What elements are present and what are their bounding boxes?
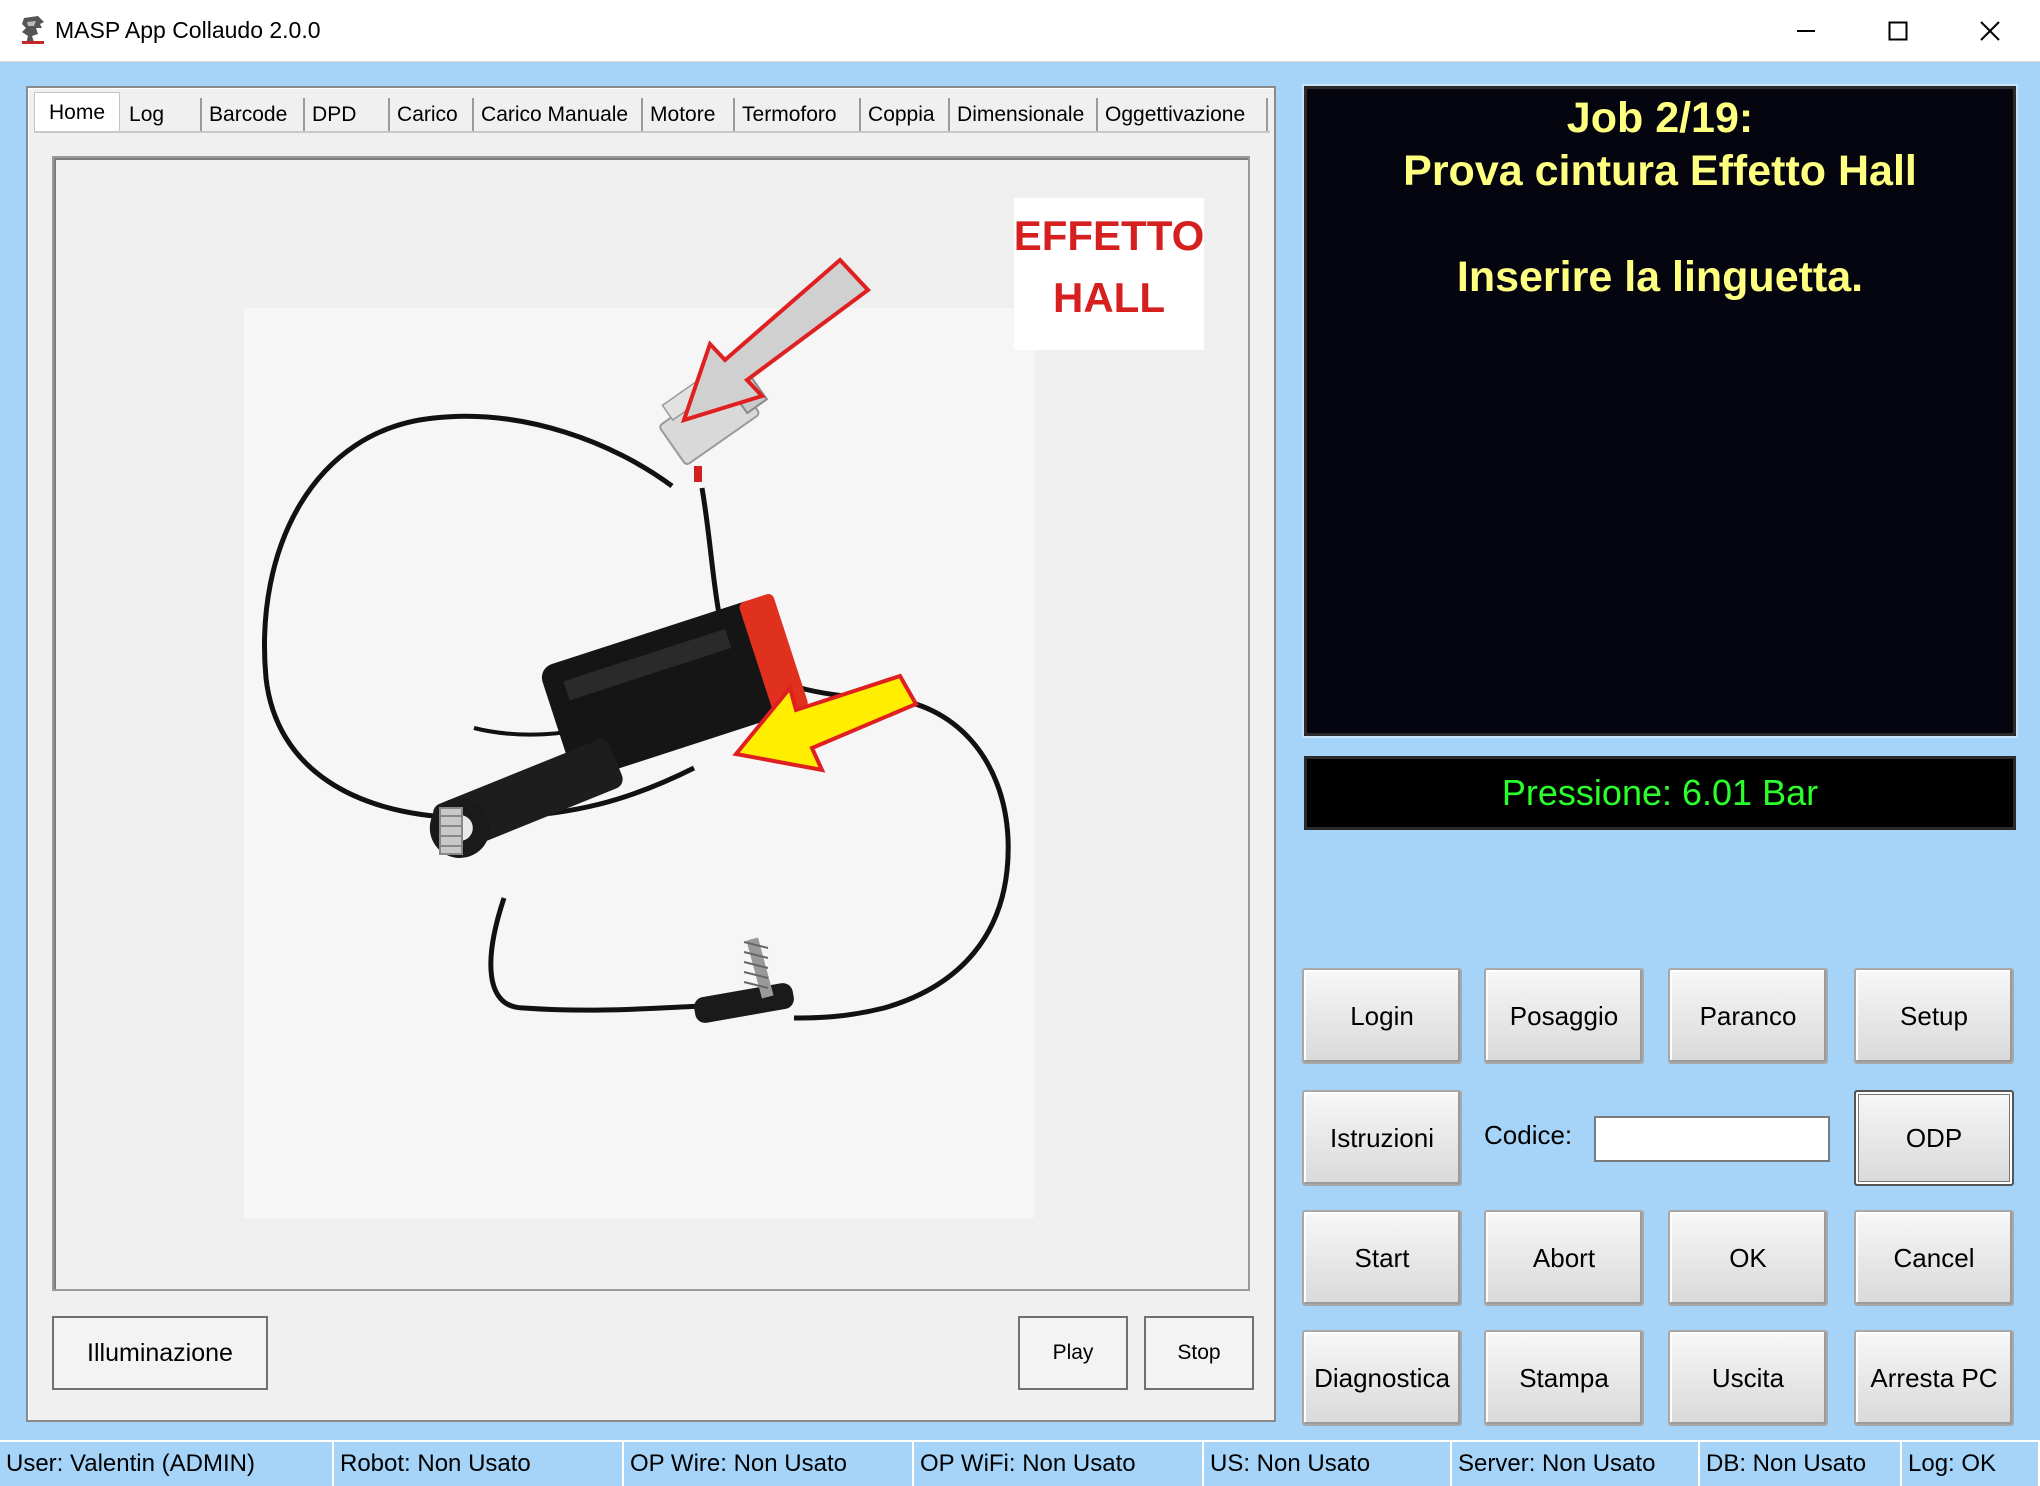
login-button[interactable]: Login [1302,968,1462,1064]
left-panel: Home Log Barcode DPD Carico Carico Manua… [26,86,1276,1422]
status-op-wire: OP Wire: Non Usato [624,1440,914,1486]
diagnostica-button[interactable]: Diagnostica [1302,1330,1462,1426]
tab-motore[interactable]: Motore [643,98,736,132]
minimize-button[interactable] [1760,0,1852,62]
maximize-button[interactable] [1852,0,1944,62]
tab-barcode[interactable]: Barcode [202,98,306,132]
uscita-button[interactable]: Uscita [1668,1330,1828,1426]
close-button[interactable] [1944,0,2036,62]
status-db: DB: Non Usato [1700,1440,1902,1486]
status-robot: Robot: Non Usato [334,1440,624,1486]
tab-coppia[interactable]: Coppia [861,98,951,132]
app-logo-icon [22,16,44,44]
odp-button[interactable]: ODP [1854,1090,2014,1186]
tab-home[interactable]: Home [34,92,121,132]
cancel-button[interactable]: Cancel [1854,1210,2014,1306]
tab-bar: Home Log Barcode DPD Carico Carico Manua… [34,92,1269,132]
pressure-readout: Pressione: 6.01 Bar [1304,756,2016,830]
tab-dpd[interactable]: DPD [305,98,391,132]
maximize-icon [1888,21,1908,41]
window-title: MASP App Collaudo 2.0.0 [55,17,321,43]
caption-hall: HALL [1053,274,1165,321]
codice-label: Codice: [1484,1120,1573,1150]
tab-termoforo[interactable]: Termoforo [735,98,862,132]
tab-carico-manuale[interactable]: Carico Manuale [474,98,644,132]
abort-button[interactable]: Abort [1484,1210,1644,1306]
paranco-button[interactable]: Paranco [1668,968,1828,1064]
job-number: Job 2/19: [1566,94,1754,142]
title-bar: MASP App Collaudo 2.0.0 [0,0,2040,62]
setup-button[interactable]: Setup [1854,968,2014,1064]
start-button[interactable]: Start [1302,1210,1462,1306]
illuminazione-button[interactable]: Illuminazione [52,1316,268,1390]
instruction-image-frame: EFFETTO HALL [52,156,1250,1291]
status-us: US: Non Usato [1204,1440,1452,1486]
seatbelt-buckle-image: EFFETTO HALL [244,198,1205,1218]
caption-effetto: EFFETTO [1014,212,1205,259]
job-title: Prova cintura Effetto Hall [1403,147,1917,195]
status-op-wifi: OP WiFi: Non Usato [914,1440,1204,1486]
tab-dimensionale[interactable]: Dimensionale [950,98,1099,132]
status-bar: User: Valentin (ADMIN) Robot: Non Usato … [0,1440,2040,1486]
codice-input[interactable] [1594,1116,1830,1162]
tab-oggettivazione[interactable]: Oggettivazione [1098,98,1269,132]
status-user: User: Valentin (ADMIN) [0,1440,334,1486]
job-instruction: Inserire la linguetta. [1456,253,1864,301]
stop-button[interactable]: Stop [1144,1316,1254,1390]
stampa-button[interactable]: Stampa [1484,1330,1644,1426]
posaggio-button[interactable]: Posaggio [1484,968,1644,1064]
minimize-icon [1797,30,1815,32]
status-server: Server: Non Usato [1452,1440,1700,1486]
ok-button[interactable]: OK [1668,1210,1828,1306]
close-icon [1980,21,2000,41]
tab-divider [34,131,1270,133]
job-display: Job 2/19: Prova cintura Effetto Hall Ins… [1304,86,2016,736]
status-log: Log: OK [1902,1440,2040,1486]
tab-log[interactable]: Log [122,98,203,132]
istruzioni-button[interactable]: Istruzioni [1302,1090,1462,1186]
arresta-pc-button[interactable]: Arresta PC [1854,1330,2014,1426]
tab-carico[interactable]: Carico [390,98,475,132]
play-button[interactable]: Play [1018,1316,1128,1390]
